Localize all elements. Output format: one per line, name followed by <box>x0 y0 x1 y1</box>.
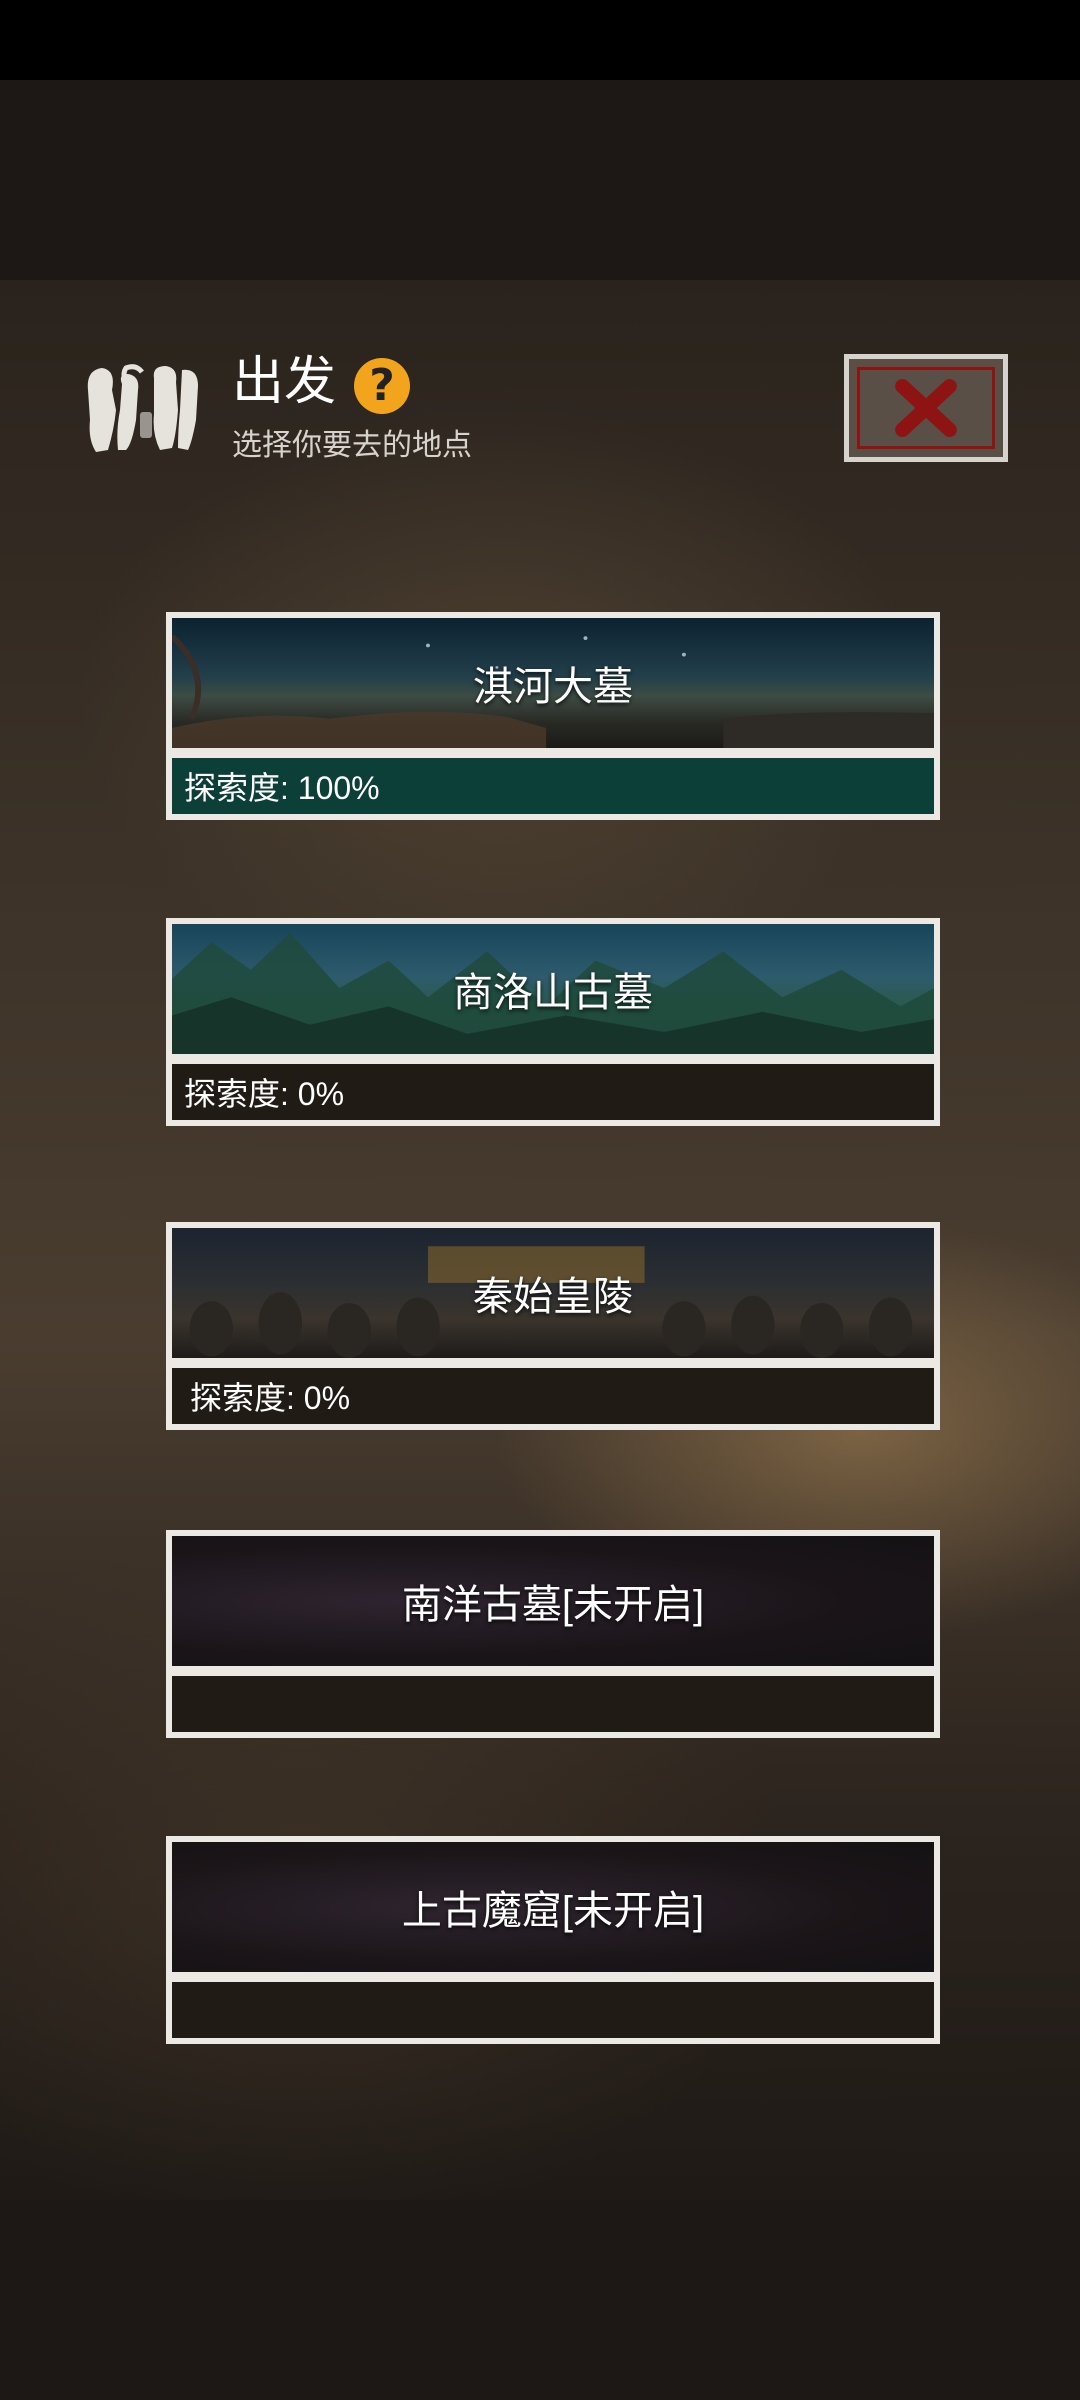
location-banner[interactable]: 商洛山古墓 <box>166 918 940 1060</box>
location-banner[interactable]: 南洋古墓[未开启] <box>166 1530 940 1672</box>
footprints-icon <box>87 364 198 452</box>
location-name: 淇河大墓 <box>473 665 633 709</box>
exploration-progress: 探索度: 100% <box>166 754 940 820</box>
question-icon[interactable]: ? <box>354 358 410 414</box>
location-name: 上古魔窟[未开启] <box>401 1889 705 1933</box>
location-name: 商洛山古墓 <box>453 971 653 1015</box>
progress-text: 探索度: 0% <box>184 1076 345 1112</box>
location-banner[interactable]: 秦始皇陵 <box>166 1222 940 1364</box>
exploration-progress <box>166 1672 940 1738</box>
close-icon <box>895 378 957 438</box>
close-button[interactable] <box>844 354 1008 462</box>
bottom-area <box>0 2200 1080 2400</box>
progress-text: 探索度: 0% <box>190 1380 351 1416</box>
exploration-progress: 探索度: 0% <box>166 1060 940 1126</box>
location-banner[interactable]: 上古魔窟[未开启] <box>166 1836 940 1978</box>
exploration-progress: 探索度: 0% <box>166 1364 940 1430</box>
exploration-progress <box>166 1978 940 2044</box>
page-subtitle: 选择你要去的地点 <box>232 429 472 462</box>
location-banner[interactable]: 淇河大墓 <box>166 612 940 754</box>
progress-text: 探索度: 100% <box>184 770 380 806</box>
location-name: 南洋古墓[未开启] <box>401 1583 705 1627</box>
location-name: 秦始皇陵 <box>473 1275 633 1319</box>
status-bar <box>0 0 1080 80</box>
page-title: 出发 <box>232 353 337 411</box>
